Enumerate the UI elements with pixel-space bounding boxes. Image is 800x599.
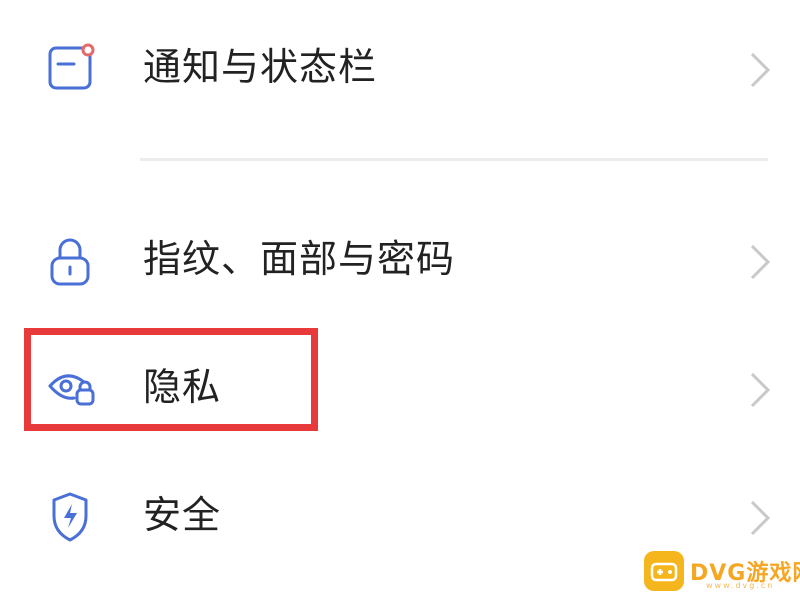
divider [140, 158, 768, 161]
chevron-right-icon [744, 370, 774, 410]
chevron-right-icon [744, 50, 774, 90]
chevron-right-icon [744, 498, 774, 538]
settings-item-label: 指纹、面部与密码 [143, 237, 456, 281]
watermark-subtext: www.dvg.cn [706, 581, 775, 590]
settings-item-label: 通知与状态栏 [143, 45, 378, 89]
gamepad-logo-icon [644, 551, 684, 591]
chevron-right-icon [744, 242, 774, 282]
highlight-box [24, 328, 318, 431]
shield-bolt-icon [44, 488, 100, 544]
lock-icon [44, 232, 100, 288]
notification-icon [44, 40, 100, 96]
settings-item-notifications[interactable]: 通知与状态栏 [0, 20, 800, 116]
settings-item-label: 安全 [143, 493, 222, 537]
watermark: DVG游戏网 www.dvg.cn [644, 547, 800, 593]
settings-item-fingerprint-face-password[interactable]: 指纹、面部与密码 [0, 212, 800, 308]
